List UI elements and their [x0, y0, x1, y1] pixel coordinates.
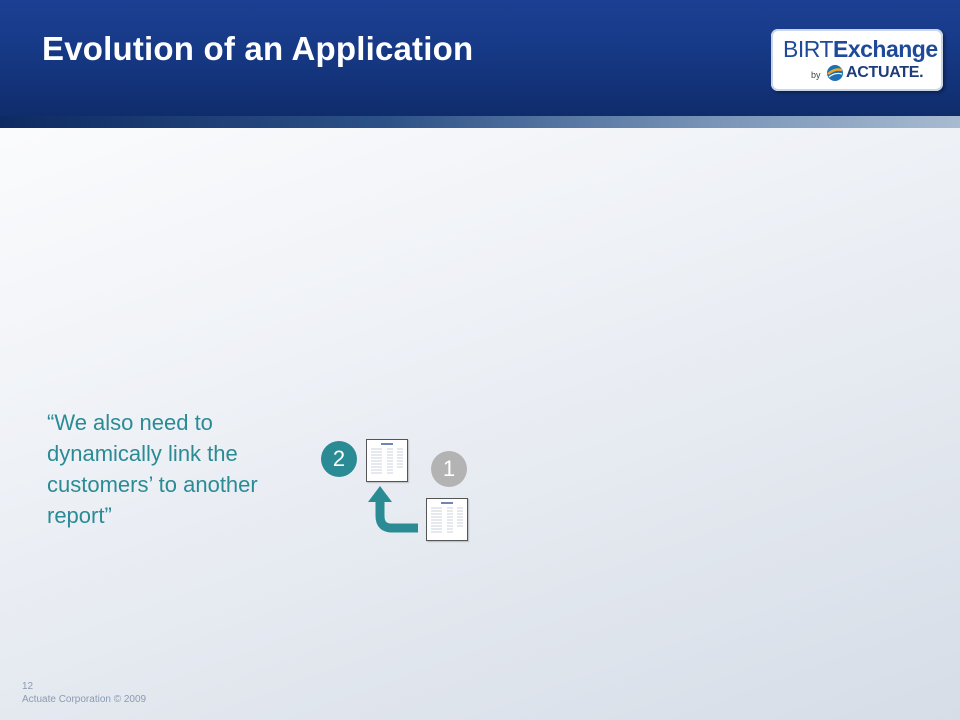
step-badge-1: 1	[431, 451, 467, 487]
actuate-globe-icon	[827, 65, 843, 81]
logo-by-text: by	[811, 70, 821, 80]
slide-quote: “We also need to dynamically link the cu…	[47, 410, 258, 528]
logo-actuate-text: ACTUATE.	[846, 64, 924, 81]
report-thumbnail-1	[426, 498, 468, 541]
curved-arrow-icon	[368, 486, 418, 533]
logo-wordmark: BIRTExchange	[783, 36, 938, 63]
logo-exchange-text: Exchange	[832, 36, 938, 62]
slide-title: Evolution of an Application	[42, 30, 474, 67]
copyright-text: Actuate Corporation © 2009	[22, 694, 147, 705]
birt-exchange-logo: BIRTExchange by ACTUATE.	[771, 29, 943, 91]
report-thumbnail-2	[366, 439, 408, 482]
report-thumbnail-icon	[371, 443, 403, 474]
step-badge-2: 2	[321, 441, 357, 477]
slide-number: 12	[22, 681, 34, 692]
report-thumbnail-icon	[431, 502, 463, 533]
logo-birt-text: BIRT	[783, 36, 833, 62]
header-stripe	[0, 116, 960, 128]
